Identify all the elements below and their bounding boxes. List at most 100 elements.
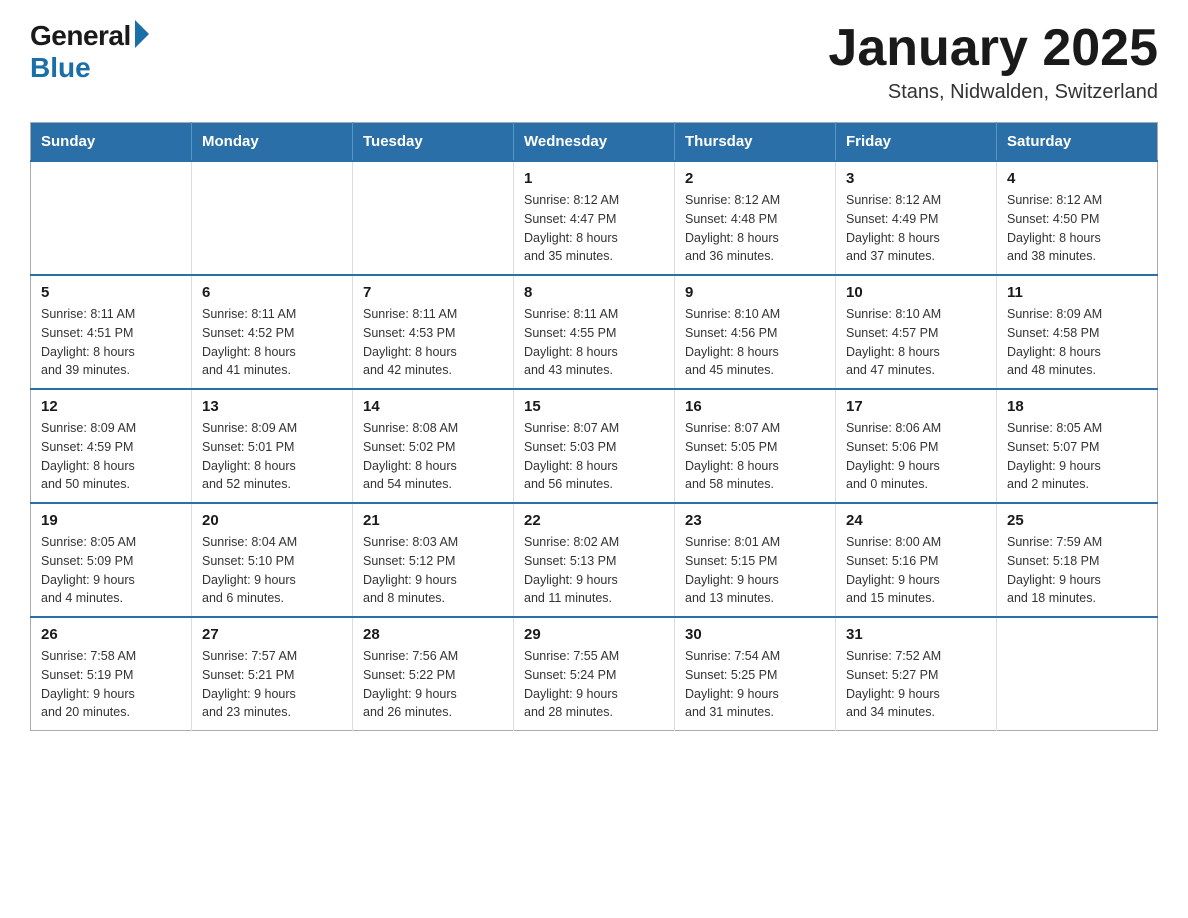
calendar-cell: 3Sunrise: 8:12 AMSunset: 4:49 PMDaylight… bbox=[836, 161, 997, 275]
calendar-cell bbox=[353, 161, 514, 275]
day-number: 30 bbox=[685, 626, 825, 643]
calendar-header-friday: Friday bbox=[836, 123, 997, 162]
day-number: 17 bbox=[846, 398, 986, 415]
day-info: Sunrise: 7:56 AMSunset: 5:22 PMDaylight:… bbox=[363, 647, 503, 722]
day-info: Sunrise: 7:52 AMSunset: 5:27 PMDaylight:… bbox=[846, 647, 986, 722]
day-number: 2 bbox=[685, 170, 825, 187]
day-info: Sunrise: 7:58 AMSunset: 5:19 PMDaylight:… bbox=[41, 647, 181, 722]
calendar-cell: 1 Sunrise: 8:12 AMSunset: 4:47 PMDaylight… bbox=[514, 161, 675, 275]
day-number: 4 bbox=[1007, 170, 1147, 187]
calendar-cell: 13Sunrise: 8:09 AMSunset: 5:01 PMDayligh… bbox=[192, 389, 353, 503]
calendar-cell: 10Sunrise: 8:10 AMSunset: 4:57 PMDayligh… bbox=[836, 275, 997, 389]
day-number: 23 bbox=[685, 512, 825, 529]
calendar-cell: 26 Sunrise: 7:58 AMSunset: 5:19 PMDayligh… bbox=[31, 617, 192, 731]
day-info: Sunrise: 8:12 AMSunset: 4:47 PMDaylight:… bbox=[524, 191, 664, 266]
calendar-cell: 27 Sunrise: 7:57 AMSunset: 5:21 PMDayligh… bbox=[192, 617, 353, 731]
calendar-cell: 25Sunrise: 7:59 AMSunset: 5:18 PMDayligh… bbox=[997, 503, 1158, 617]
calendar-header-monday: Monday bbox=[192, 123, 353, 162]
calendar-cell: 30 Sunrise: 7:54 AMSunset: 5:25 PMDayligh… bbox=[675, 617, 836, 731]
day-info: Sunrise: 8:07 AMSunset: 5:03 PMDaylight:… bbox=[524, 419, 664, 494]
calendar-cell: 15 Sunrise: 8:07 AMSunset: 5:03 PMDayligh… bbox=[514, 389, 675, 503]
day-info: Sunrise: 7:57 AMSunset: 5:21 PMDaylight:… bbox=[202, 647, 342, 722]
logo-general-text: General bbox=[30, 20, 131, 52]
calendar-cell: 23 Sunrise: 8:01 AMSunset: 5:15 PMDayligh… bbox=[675, 503, 836, 617]
day-info: Sunrise: 8:10 AMSunset: 4:57 PMDaylight:… bbox=[846, 305, 986, 380]
logo-arrow-icon bbox=[135, 20, 149, 48]
calendar-cell: 29 Sunrise: 7:55 AMSunset: 5:24 PMDayligh… bbox=[514, 617, 675, 731]
day-number: 8 bbox=[524, 284, 664, 301]
calendar-table: SundayMondayTuesdayWednesdayThursdayFrid… bbox=[30, 122, 1158, 731]
day-info: Sunrise: 8:02 AMSunset: 5:13 PMDaylight:… bbox=[524, 533, 664, 608]
calendar-cell: 31Sunrise: 7:52 AMSunset: 5:27 PMDayligh… bbox=[836, 617, 997, 731]
day-info: Sunrise: 8:05 AMSunset: 5:09 PMDaylight:… bbox=[41, 533, 181, 608]
day-info: Sunrise: 8:11 AMSunset: 4:52 PMDaylight:… bbox=[202, 305, 342, 380]
day-number: 22 bbox=[524, 512, 664, 529]
day-info: Sunrise: 8:12 AMSunset: 4:48 PMDaylight:… bbox=[685, 191, 825, 266]
day-info: Sunrise: 7:54 AMSunset: 5:25 PMDaylight:… bbox=[685, 647, 825, 722]
calendar-cell: 5 Sunrise: 8:11 AMSunset: 4:51 PMDaylight… bbox=[31, 275, 192, 389]
calendar-cell bbox=[31, 161, 192, 275]
day-info: Sunrise: 8:03 AMSunset: 5:12 PMDaylight:… bbox=[363, 533, 503, 608]
day-info: Sunrise: 8:09 AMSunset: 4:59 PMDaylight:… bbox=[41, 419, 181, 494]
page-header: General Blue January 2025 Stans, Nidwald… bbox=[30, 20, 1158, 104]
calendar-cell: 4Sunrise: 8:12 AMSunset: 4:50 PMDaylight… bbox=[997, 161, 1158, 275]
day-info: Sunrise: 8:11 AMSunset: 4:51 PMDaylight:… bbox=[41, 305, 181, 380]
day-info: Sunrise: 8:01 AMSunset: 5:15 PMDaylight:… bbox=[685, 533, 825, 608]
calendar-header-sunday: Sunday bbox=[31, 123, 192, 162]
calendar-header-thursday: Thursday bbox=[675, 123, 836, 162]
day-info: Sunrise: 7:55 AMSunset: 5:24 PMDaylight:… bbox=[524, 647, 664, 722]
day-number: 19 bbox=[41, 512, 181, 529]
logo-blue-text: Blue bbox=[30, 52, 91, 84]
day-number: 15 bbox=[524, 398, 664, 415]
day-number: 27 bbox=[202, 626, 342, 643]
calendar-week-row: 5 Sunrise: 8:11 AMSunset: 4:51 PMDaylight… bbox=[31, 275, 1158, 389]
day-info: Sunrise: 8:10 AMSunset: 4:56 PMDaylight:… bbox=[685, 305, 825, 380]
day-number: 16 bbox=[685, 398, 825, 415]
calendar-header-saturday: Saturday bbox=[997, 123, 1158, 162]
calendar-cell bbox=[192, 161, 353, 275]
day-info: Sunrise: 8:11 AMSunset: 4:53 PMDaylight:… bbox=[363, 305, 503, 380]
calendar-cell: 14 Sunrise: 8:08 AMSunset: 5:02 PMDayligh… bbox=[353, 389, 514, 503]
calendar-week-row: 1 Sunrise: 8:12 AMSunset: 4:47 PMDaylight… bbox=[31, 161, 1158, 275]
day-number: 9 bbox=[685, 284, 825, 301]
day-info: Sunrise: 7:59 AMSunset: 5:18 PMDaylight:… bbox=[1007, 533, 1147, 608]
calendar-cell: 2 Sunrise: 8:12 AMSunset: 4:48 PMDaylight… bbox=[675, 161, 836, 275]
calendar-cell: 12 Sunrise: 8:09 AMSunset: 4:59 PMDayligh… bbox=[31, 389, 192, 503]
day-number: 7 bbox=[363, 284, 503, 301]
logo: General Blue bbox=[30, 20, 149, 84]
day-number: 18 bbox=[1007, 398, 1147, 415]
day-info: Sunrise: 8:06 AMSunset: 5:06 PMDaylight:… bbox=[846, 419, 986, 494]
title-section: January 2025 Stans, Nidwalden, Switzerla… bbox=[828, 20, 1158, 104]
day-number: 6 bbox=[202, 284, 342, 301]
calendar-header-wednesday: Wednesday bbox=[514, 123, 675, 162]
month-title: January 2025 bbox=[828, 20, 1158, 77]
day-number: 24 bbox=[846, 512, 986, 529]
calendar-cell: 16 Sunrise: 8:07 AMSunset: 5:05 PMDayligh… bbox=[675, 389, 836, 503]
day-number: 26 bbox=[41, 626, 181, 643]
calendar-header-row: SundayMondayTuesdayWednesdayThursdayFrid… bbox=[31, 123, 1158, 162]
location: Stans, Nidwalden, Switzerland bbox=[828, 81, 1158, 104]
day-info: Sunrise: 8:12 AMSunset: 4:49 PMDaylight:… bbox=[846, 191, 986, 266]
calendar-cell: 8 Sunrise: 8:11 AMSunset: 4:55 PMDaylight… bbox=[514, 275, 675, 389]
calendar-cell: 17 Sunrise: 8:06 AMSunset: 5:06 PMDayligh… bbox=[836, 389, 997, 503]
day-number: 5 bbox=[41, 284, 181, 301]
day-number: 1 bbox=[524, 170, 664, 187]
day-info: Sunrise: 8:09 AMSunset: 4:58 PMDaylight:… bbox=[1007, 305, 1147, 380]
day-info: Sunrise: 8:07 AMSunset: 5:05 PMDaylight:… bbox=[685, 419, 825, 494]
calendar-week-row: 19 Sunrise: 8:05 AMSunset: 5:09 PMDayligh… bbox=[31, 503, 1158, 617]
day-info: Sunrise: 8:08 AMSunset: 5:02 PMDaylight:… bbox=[363, 419, 503, 494]
day-number: 20 bbox=[202, 512, 342, 529]
calendar-week-row: 26 Sunrise: 7:58 AMSunset: 5:19 PMDayligh… bbox=[31, 617, 1158, 731]
day-info: Sunrise: 8:11 AMSunset: 4:55 PMDaylight:… bbox=[524, 305, 664, 380]
calendar-cell: 28Sunrise: 7:56 AMSunset: 5:22 PMDayligh… bbox=[353, 617, 514, 731]
calendar-week-row: 12 Sunrise: 8:09 AMSunset: 4:59 PMDayligh… bbox=[31, 389, 1158, 503]
calendar-cell bbox=[997, 617, 1158, 731]
calendar-cell: 21 Sunrise: 8:03 AMSunset: 5:12 PMDayligh… bbox=[353, 503, 514, 617]
calendar-cell: 24Sunrise: 8:00 AMSunset: 5:16 PMDayligh… bbox=[836, 503, 997, 617]
calendar-cell: 20Sunrise: 8:04 AMSunset: 5:10 PMDayligh… bbox=[192, 503, 353, 617]
day-number: 29 bbox=[524, 626, 664, 643]
day-number: 14 bbox=[363, 398, 503, 415]
day-number: 12 bbox=[41, 398, 181, 415]
day-number: 21 bbox=[363, 512, 503, 529]
calendar-cell: 6 Sunrise: 8:11 AMSunset: 4:52 PMDaylight… bbox=[192, 275, 353, 389]
